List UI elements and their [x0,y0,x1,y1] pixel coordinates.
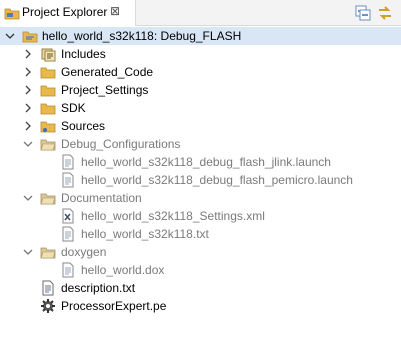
file-icon [62,172,74,188]
tree-label: description.txt [61,281,136,295]
chevron-right-icon[interactable] [22,83,34,97]
tree-label: hello_world_s32k118_debug_flash_pemicro.… [81,173,353,187]
text-file-icon [62,226,74,242]
project-folder-icon [22,31,38,43]
tree-item-jlink-launch[interactable]: hello_world_s32k118_debug_flash_jlink.la… [0,153,401,171]
tree-item-documentation[interactable]: Documentation [0,189,401,207]
tree-label: Documentation [61,191,142,205]
tree-item-sdk[interactable]: SDK [0,99,401,117]
tree-item-dox[interactable]: hello_world.dox [0,261,401,279]
chevron-down-icon[interactable] [22,191,34,205]
folder-icon [40,103,56,115]
tree-item-sources[interactable]: Sources [0,117,401,135]
open-folder-icon [40,193,56,205]
gear-icon [41,299,55,313]
open-folder-icon [40,247,56,259]
tree-item-processor-expert[interactable]: ProcessorExpert.pe [0,297,401,315]
xml-file-icon [62,208,74,224]
folder-icon [40,85,56,97]
tree-item-doc-txt[interactable]: hello_world_s32k118.txt [0,225,401,243]
tree-item-settings-xml[interactable]: hello_world_s32k118_Settings.xml [0,207,401,225]
tree-label: Sources [61,119,106,133]
tree-item-project-settings[interactable]: Project_Settings [0,81,401,99]
tree-label: hello_world_s32k118_debug_flash_jlink.la… [81,155,331,169]
tree-label: hello_world_s32k118.txt [81,227,209,241]
tree-label: Includes [61,47,106,61]
chevron-down-icon[interactable] [22,137,34,151]
chevron-down-icon[interactable] [22,245,34,259]
chevron-right-icon[interactable] [22,119,34,133]
includes-icon [41,48,56,62]
tree-item-debug-configurations[interactable]: Debug_Configurations [0,135,401,153]
tab-project-explorer[interactable]: Project Explorer ⊠ [0,0,136,26]
link-with-editor-icon[interactable] [376,4,394,22]
tree-label: Project_Settings [61,83,149,97]
folder-icon [40,67,56,79]
tree-label: hello_world_s32k118: Debug_FLASH [42,29,242,43]
chevron-right-icon[interactable] [22,101,34,115]
text-file-icon [42,280,54,296]
file-icon [62,154,74,170]
chevron-down-icon[interactable] [4,29,16,43]
chevron-right-icon[interactable] [22,47,34,61]
tree-label: SDK [61,101,86,115]
chevron-right-icon[interactable] [22,65,34,79]
source-folder-icon [40,121,56,133]
tree-item-generated-code[interactable]: Generated_Code [0,63,401,81]
tree-item-pemicro-launch[interactable]: hello_world_s32k118_debug_flash_pemicro.… [0,171,401,189]
file-icon [62,262,74,278]
tree-label: Generated_Code [61,65,154,79]
close-icon[interactable]: ⊠ [110,4,120,18]
tree-item-includes[interactable]: Includes [0,45,401,63]
tree-label: doxygen [61,245,107,259]
tree-label: Debug_Configurations [61,137,181,151]
open-folder-icon [40,139,56,151]
tab-label: Project Explorer [22,5,108,19]
tree-label: ProcessorExpert.pe [61,299,167,313]
tree-item-doxygen[interactable]: doxygen [0,243,401,261]
tree-item-description-txt[interactable]: description.txt [0,279,401,297]
project-explorer-icon [4,8,20,20]
tree-label: hello_world.dox [81,263,165,277]
collapse-all-icon[interactable] [354,4,372,22]
tree-label: hello_world_s32k118_Settings.xml [81,209,265,223]
project-explorer-panel: Project Explorer ⊠ hello_world_s32k118: … [0,0,401,339]
tree-root-project[interactable]: hello_world_s32k118: Debug_FLASH [0,27,401,45]
view-tab-bar: Project Explorer ⊠ [0,0,401,26]
